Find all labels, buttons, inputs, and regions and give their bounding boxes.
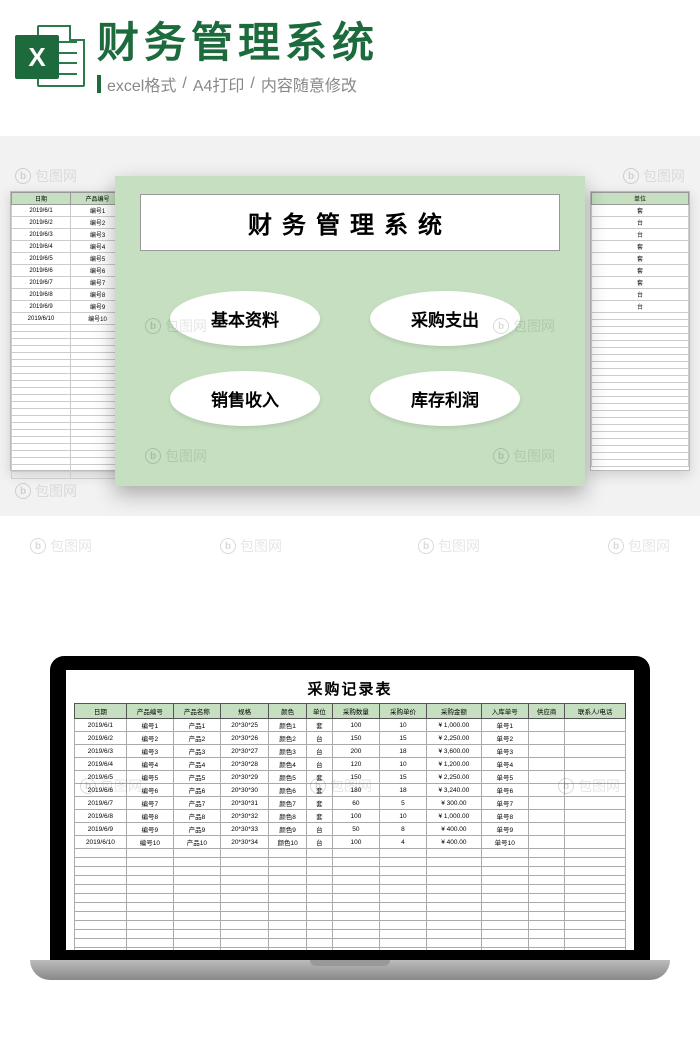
table-row (75, 930, 626, 939)
table-row (75, 948, 626, 951)
green-bar-icon (97, 75, 101, 93)
table-row: 2019/6/5编号5产品520*30*29颜色5套15015¥ 2,250.0… (75, 771, 626, 784)
laptop-mockup: 采购记录表 日期产品编号产品名称规格颜色单位采购数量采购单价采购金额入库单号供应… (0, 656, 700, 1056)
table-row: 套 (592, 241, 689, 253)
table-row: 2019/6/7编号7产品720*30*31颜色7套605¥ 300.00单号7 (75, 797, 626, 810)
preview-stage: 日期产品编号产品名称2019/6/1编号1产品12019/6/2编号2产品220… (0, 136, 700, 516)
laptop-screen: 采购记录表 日期产品编号产品名称规格颜色单位采购数量采购单价采购金额入库单号供应… (66, 670, 634, 950)
table-row: 2019/6/1编号1产品120*30*25颜色1套10010¥ 1,000.0… (75, 719, 626, 732)
menu-buttons: 基本资料 采购支出 销售收入 库存利润 (115, 251, 585, 466)
watermark: b包图网 (608, 536, 670, 556)
watermark: b包图网 (220, 536, 282, 556)
purchase-header: 产品编号 (126, 704, 173, 719)
laptop-base (30, 960, 670, 980)
table-row: 台 (592, 217, 689, 229)
table-row (75, 885, 626, 894)
table-row: 套 (592, 277, 689, 289)
subtitle-part: A4打印 (193, 72, 245, 96)
mini-right-header: 单位 (592, 193, 689, 205)
page-header: X 财务管理系统 excel格式/ A4打印/ 内容随意修改 (0, 0, 700, 106)
purchase-header: 日期 (75, 704, 127, 719)
table-row (75, 867, 626, 876)
watermark: b包图网 (418, 536, 480, 556)
page-title: 财务管理系统 (97, 20, 685, 66)
menu-title-box: 财务管理系统 (140, 194, 560, 251)
watermark: b包图网 (15, 166, 77, 186)
purchase-header: 单位 (306, 704, 332, 719)
table-row: 台 (592, 301, 689, 313)
table-row (75, 939, 626, 948)
table-row: 套 (592, 253, 689, 265)
purchase-header: 产品名称 (173, 704, 220, 719)
purchase-header: 联系人/电话 (565, 704, 626, 719)
purchase-table: 日期产品编号产品名称规格颜色单位采购数量采购单价采购金额入库单号供应商联系人/电… (74, 703, 626, 950)
subtitle-part: 内容随意修改 (261, 72, 357, 96)
table-row: 2019/6/3编号3产品320*30*27颜色3台20018¥ 3,600.0… (75, 745, 626, 758)
menu-button-basic-info[interactable]: 基本资料 (170, 291, 320, 346)
title-block: 财务管理系统 excel格式/ A4打印/ 内容随意修改 (97, 20, 685, 96)
purchase-header: 采购数量 (332, 704, 379, 719)
excel-icon-letter: X (15, 35, 59, 79)
table-row: 2019/6/6编号6产品620*30*30颜色6套18018¥ 3,240.0… (75, 784, 626, 797)
table-row: 2019/6/10编号10产品1020*30*34颜色10台1004¥ 400.… (75, 836, 626, 849)
table-row: 套 (592, 265, 689, 277)
table-row (75, 849, 626, 858)
purchase-header: 供应商 (528, 704, 565, 719)
excel-icon: X (15, 23, 85, 93)
purchase-table-title: 采购记录表 (66, 670, 634, 703)
table-row (75, 894, 626, 903)
table-row: 2019/6/2编号2产品220*30*26颜色2台15015¥ 2,250.0… (75, 732, 626, 745)
mini-left-header: 日期 (12, 193, 71, 205)
purchase-header: 采购单价 (379, 704, 426, 719)
table-row (75, 858, 626, 867)
table-row (75, 921, 626, 930)
watermark: b包图网 (15, 481, 77, 501)
purchase-header: 入库单号 (481, 704, 528, 719)
mini-right-table: 单位套台台套套套套台台 (591, 192, 689, 467)
menu-title: 财务管理系统 (141, 205, 559, 240)
watermark: b包图网 (30, 536, 92, 556)
menu-button-inventory[interactable]: 库存利润 (370, 371, 520, 426)
table-row (75, 912, 626, 921)
menu-card: 财务管理系统 基本资料 采购支出 销售收入 库存利润 b包图网 b包图网 b包图… (115, 176, 585, 486)
table-row: 2019/6/4编号4产品420*30*28颜色4台12010¥ 1,200.0… (75, 758, 626, 771)
subtitle: excel格式/ A4打印/ 内容随意修改 (97, 72, 685, 96)
table-row: 2019/6/8编号8产品820*30*32颜色8套10010¥ 1,000.0… (75, 810, 626, 823)
table-row: 台 (592, 229, 689, 241)
menu-button-purchase[interactable]: 采购支出 (370, 291, 520, 346)
laptop-bezel: 采购记录表 日期产品编号产品名称规格颜色单位采购数量采购单价采购金额入库单号供应… (50, 656, 650, 960)
purchase-header: 颜色 (269, 704, 307, 719)
mini-sheet-right: 单位套台台套套套套台台 (590, 191, 690, 471)
purchase-header: 规格 (220, 704, 268, 719)
subtitle-part: excel格式 (107, 72, 176, 96)
table-row: 2019/6/9编号9产品920*30*33颜色9台508¥ 400.00单号9 (75, 823, 626, 836)
table-row (75, 903, 626, 912)
menu-button-sales[interactable]: 销售收入 (170, 371, 320, 426)
watermark: b包图网 (623, 166, 685, 186)
table-row: 台 (592, 289, 689, 301)
purchase-header: 采购金额 (427, 704, 482, 719)
table-row: 套 (592, 205, 689, 217)
table-row (75, 876, 626, 885)
